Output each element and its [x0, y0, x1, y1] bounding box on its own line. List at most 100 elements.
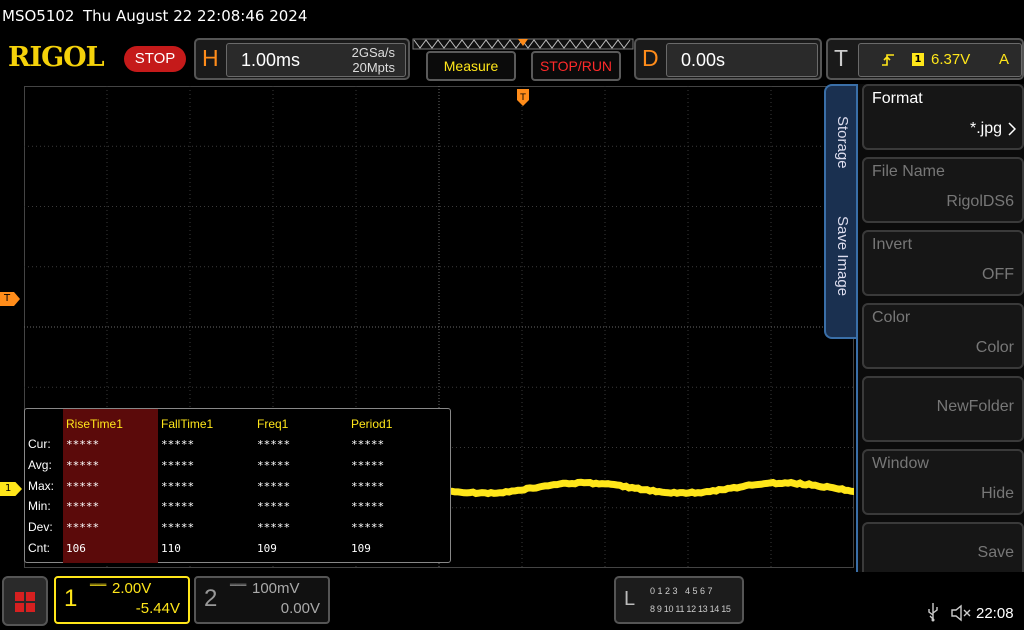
trigger-box: 1 6.37V A	[858, 43, 1022, 77]
bottom-bar: 1 ═══ 2.00V -5.44V 2 ═══ 100mV 0.00V L 0…	[0, 572, 1024, 630]
measure-cell: *****	[161, 480, 194, 493]
rigol-logo: RIGOL	[8, 42, 104, 73]
measure-cell: *****	[66, 438, 99, 451]
measure-cell: *****	[66, 459, 99, 472]
menu-item[interactable]: Invert OFF	[862, 230, 1024, 296]
timebase-value: 1.00ms	[241, 50, 300, 71]
menu-item[interactable]: File Name RigolDS6	[862, 157, 1024, 223]
menu-item-value: NewFolder	[937, 398, 1014, 416]
model-name: MSO5102	[2, 7, 74, 25]
measure-cell: *****	[161, 438, 194, 451]
logic-analyzer-panel[interactable]: L 0 1 2 3 4 5 6 7 8 9 10 11 12 13 14 15	[614, 576, 744, 624]
menu-item[interactable]: Window Hide	[862, 449, 1024, 515]
channel2-scale: 100mV	[252, 580, 300, 597]
menu-item-value: Color	[976, 339, 1014, 357]
grid-menu-icon	[14, 591, 36, 613]
memory-depth: 20Mpts	[352, 60, 395, 75]
measure-cell: *****	[257, 480, 290, 493]
measurement-table[interactable]: RiseTime1 FallTime1 Freq1 Period1 Cur: **…	[24, 408, 451, 563]
menu-tab[interactable]: Storage Save Image	[824, 84, 858, 339]
delay-box: 0.00s	[666, 43, 818, 77]
measure-cell: *****	[66, 500, 99, 513]
horizontal-letter: H	[202, 45, 219, 72]
timebase-box: 1.00ms 2GSa/s 20Mpts	[226, 43, 406, 77]
measure-cell: 109	[351, 542, 371, 555]
measure-cell: *****	[161, 521, 194, 534]
measure-cell: *****	[351, 459, 384, 472]
menu-item-title: Color	[872, 309, 910, 327]
stop-run-button[interactable]: STOP/RUN	[531, 51, 621, 81]
header-falltime: FallTime1	[161, 417, 213, 431]
run-state-indicator[interactable]: STOP	[124, 46, 186, 72]
measure-cell: *****	[351, 480, 384, 493]
channel2-offset: 0.00V	[281, 600, 320, 617]
measure-row-label: Cur:	[28, 437, 51, 451]
clock-time: 22:08	[976, 605, 1014, 622]
delay-letter: D	[642, 45, 659, 72]
measure-cell: *****	[257, 438, 290, 451]
trigger-position-marker[interactable]: T	[516, 88, 530, 110]
logic-letter: L	[624, 588, 635, 611]
measure-row-label: Avg:	[28, 458, 52, 472]
measure-cell: 106	[66, 542, 86, 555]
tab-storage[interactable]: Storage	[834, 116, 851, 169]
measure-row-label: Max:	[28, 479, 54, 493]
tab-save-image[interactable]: Save Image	[834, 216, 851, 296]
measure-row-label: Cnt:	[28, 541, 50, 555]
menu-item-title: Window	[872, 455, 929, 473]
trigger-level: 6.37V	[931, 51, 970, 68]
logic-channels-row1: 0 1 2 3 4 5 6 7	[650, 586, 713, 596]
measure-cell: 110	[161, 542, 181, 555]
channel1-number: 1	[64, 585, 77, 613]
menu-item-value: *.jpg	[970, 120, 1002, 138]
side-menu: Format *.jpg File Name RigolDS6 Invert OFF Col…	[856, 84, 1024, 596]
measure-cell: *****	[257, 500, 290, 513]
menu-item[interactable]: Format *.jpg	[862, 84, 1024, 150]
menu-item-value: Save	[978, 544, 1014, 562]
trigger-level-marker[interactable]: T	[0, 292, 20, 306]
measure-cell: *****	[351, 500, 384, 513]
header-freq: Freq1	[257, 417, 288, 431]
menu-item-title: File Name	[872, 163, 945, 181]
measure-cell: *****	[257, 521, 290, 534]
dc-coupling-icon: ═══	[90, 581, 106, 591]
usb-icon	[925, 602, 941, 622]
channel1-offset-marker[interactable]: 1	[0, 482, 22, 496]
channel2-number: 2	[204, 585, 217, 613]
measure-row-label: Min:	[28, 499, 51, 513]
measure-cell: *****	[351, 521, 384, 534]
channel2-panel[interactable]: 2 ═══ 100mV 0.00V	[194, 576, 330, 624]
trigger-source-badge: 1	[912, 53, 924, 66]
speaker-muted-icon[interactable]	[950, 604, 972, 622]
measure-cell: 109	[257, 542, 277, 555]
svg-text:T: T	[519, 93, 526, 103]
measure-button[interactable]: Measure	[426, 51, 516, 81]
header-period: Period1	[351, 417, 392, 431]
menu-item[interactable]: NewFolder	[862, 376, 1024, 442]
measure-cell: *****	[66, 480, 99, 493]
chevron-right-icon	[1008, 122, 1016, 136]
trigger-letter: T	[834, 45, 848, 72]
trigger-panel[interactable]: T 1 6.37V A	[826, 38, 1024, 80]
menu-item[interactable]: Color Color	[862, 303, 1024, 369]
menu-item-title: Invert	[872, 236, 912, 254]
measure-cell: *****	[66, 521, 99, 534]
measure-cell: *****	[257, 459, 290, 472]
measure-cell: *****	[161, 459, 194, 472]
channel1-scale: 2.00V	[112, 580, 151, 597]
memory-position-bar	[412, 37, 634, 51]
measure-cell: *****	[161, 500, 194, 513]
app-launcher-button[interactable]	[2, 576, 48, 626]
datetime: Thu August 22 22:08:46 2024	[83, 7, 307, 25]
header-risetime: RiseTime1	[66, 417, 123, 431]
channel1-panel[interactable]: 1 ═══ 2.00V -5.44V	[54, 576, 190, 624]
measure-row-label: Dev:	[28, 520, 53, 534]
delay-panel[interactable]: D 0.00s	[634, 38, 822, 80]
logic-channels-row2: 8 9 10 11 12 13 14 15	[650, 604, 731, 614]
top-bar: RIGOL STOP H 1.00ms 2GSa/s 20Mpts Measur…	[0, 34, 1024, 84]
menu-item-title: Format	[872, 90, 923, 108]
horizontal-panel[interactable]: H 1.00ms 2GSa/s 20Mpts	[194, 38, 410, 80]
delay-value: 0.00s	[681, 50, 725, 71]
menu-item-value: Hide	[981, 485, 1014, 503]
menu-item-value: RigolDS6	[946, 193, 1014, 211]
